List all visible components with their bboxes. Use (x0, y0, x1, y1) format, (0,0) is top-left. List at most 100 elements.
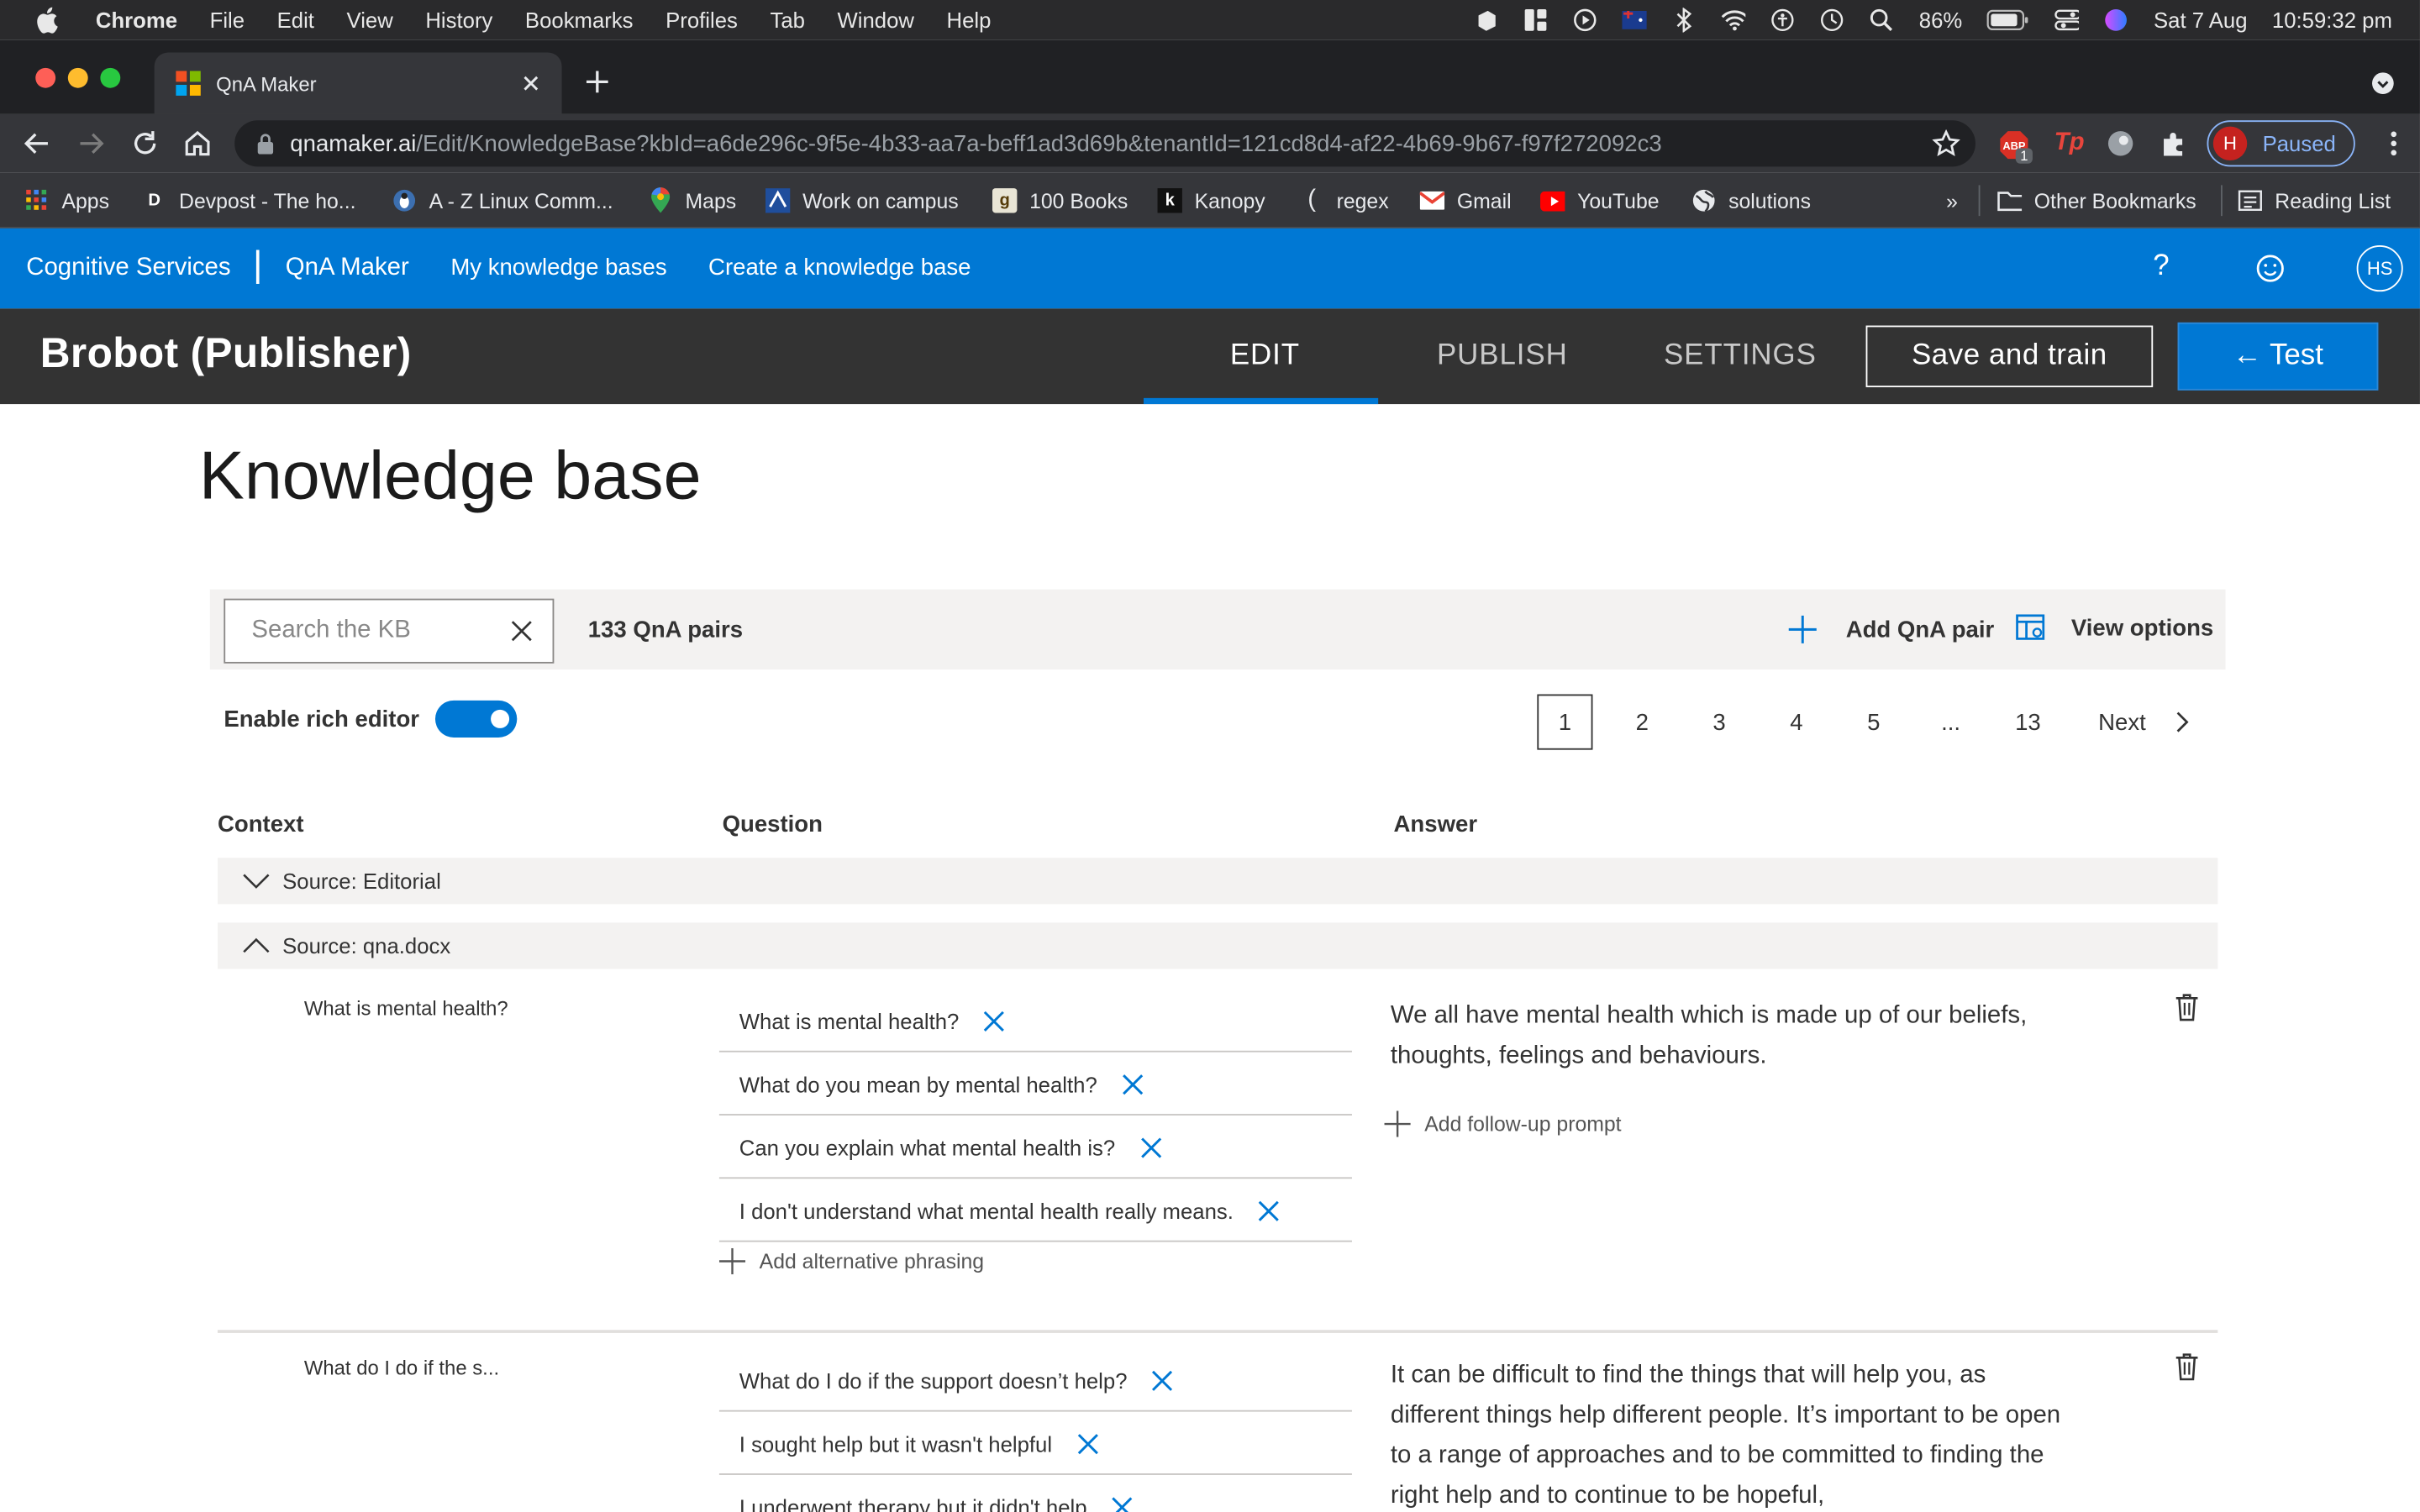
bookmark-maps[interactable]: Maps (648, 185, 736, 216)
tab-close-icon[interactable] (518, 71, 543, 95)
column-context[interactable]: Context (218, 811, 304, 837)
flag-icon[interactable] (1623, 8, 1648, 32)
remove-question-icon[interactable] (1122, 1073, 1144, 1095)
column-answer[interactable]: Answer (1394, 811, 1478, 837)
help-icon[interactable]: ? (2153, 250, 2169, 284)
question-item[interactable]: What do you mean by mental health? (718, 1053, 1352, 1116)
remove-question-icon[interactable] (1152, 1369, 1174, 1391)
bookmark-regex[interactable]: ( regex (1300, 185, 1388, 216)
zoom-window-button[interactable] (100, 67, 121, 88)
minimize-window-button[interactable] (67, 67, 88, 88)
profile-button[interactable]: H Paused (2207, 120, 2355, 167)
tab-publish[interactable]: PUBLISH (1437, 339, 1568, 373)
source-group-qna-docx[interactable]: Source: qna.docx (217, 922, 2218, 969)
remove-question-icon[interactable] (1112, 1496, 1134, 1512)
test-button[interactable]: ← Test (2177, 322, 2379, 391)
siri-icon[interactable] (2104, 8, 2128, 32)
remove-question-icon[interactable] (1258, 1200, 1280, 1221)
question-item[interactable]: Can you explain what mental health is? (718, 1117, 1352, 1179)
page-5-button[interactable]: 5 (1846, 695, 1902, 750)
menu-window[interactable]: Window (837, 8, 913, 32)
layout-icon[interactable] (1524, 8, 1549, 32)
question-item[interactable]: I don't understand what mental health re… (718, 1180, 1352, 1242)
gray-circle-extension-icon[interactable] (2107, 129, 2134, 157)
source-group-editorial[interactable]: Source: Editorial (217, 858, 2218, 905)
bookmark-100-books[interactable]: g 100 Books (992, 185, 1128, 216)
bookmark-kanopy[interactable]: k Kanopy (1157, 185, 1265, 216)
view-options-button[interactable]: View options (2016, 614, 2213, 642)
delete-trash-icon[interactable] (2175, 1353, 2199, 1381)
remove-question-icon[interactable] (1140, 1137, 1162, 1158)
page-1-button[interactable]: 1 (1537, 694, 1593, 750)
address-bar[interactable]: qnamaker.ai/Edit/KnowledgeBase?kbId=a6de… (234, 120, 1975, 167)
question-item[interactable]: I underwent therapy but it didn't help (719, 1477, 1352, 1512)
column-question[interactable]: Question (723, 811, 823, 837)
remove-question-icon[interactable] (984, 1010, 1006, 1032)
bookmarks-overflow[interactable]: » (1946, 185, 1958, 216)
tab-edit[interactable]: EDIT (1230, 339, 1300, 373)
feedback-smiley-icon[interactable] (2254, 253, 2286, 291)
menu-profiles[interactable]: Profiles (666, 8, 738, 32)
menu-tab[interactable]: Tab (770, 8, 804, 32)
menu-help[interactable]: Help (947, 8, 992, 32)
bookmark-work-on-campus[interactable]: Work on campus (765, 185, 959, 216)
question-item[interactable]: What is mental health? (718, 990, 1352, 1053)
menu-bookmarks[interactable]: Bookmarks (525, 8, 634, 32)
add-alternative-phrasing-button[interactable]: Add alternative phrasing (718, 1247, 984, 1275)
back-arrow-icon[interactable] (22, 128, 53, 159)
user-avatar[interactable]: HS (2356, 245, 2403, 292)
question-item[interactable]: What do I do if the support doesn’t help… (718, 1350, 1352, 1412)
page-4-button[interactable]: 4 (1769, 695, 1824, 750)
control-center-icon[interactable] (2054, 8, 2080, 32)
battery-icon[interactable] (1987, 8, 2030, 32)
extensions-puzzle-icon[interactable] (2160, 129, 2187, 157)
answer-text[interactable]: It can be difficult to find the things t… (1391, 1356, 2070, 1512)
menu-app-name[interactable]: Chrome (96, 8, 177, 32)
page-3-button[interactable]: 3 (1691, 695, 1747, 750)
forward-arrow-icon[interactable] (76, 128, 107, 159)
tab-qna-maker[interactable]: QnA Maker (154, 52, 562, 114)
add-follow-up-prompt-button[interactable]: Add follow-up prompt (1384, 1110, 1622, 1137)
page-2-button[interactable]: 2 (1614, 695, 1670, 750)
answer-text[interactable]: We all have mental health which is made … (1391, 997, 2070, 1078)
add-qna-pair-button[interactable]: Add QnA pair (1787, 614, 1994, 645)
question-item[interactable]: I sought help but it wasn't helpful (718, 1413, 1352, 1475)
bookmark-linux[interactable]: A - Z Linux Comm... (392, 185, 613, 216)
my-knowledge-bases-link[interactable]: My knowledge bases (450, 255, 666, 281)
qna-context[interactable]: What do I do if the s... (304, 1356, 499, 1379)
reading-list[interactable]: Reading List (2238, 185, 2391, 216)
create-knowledge-base-link[interactable]: Create a knowledge base (708, 255, 971, 281)
delete-trash-icon[interactable] (2175, 994, 2199, 1021)
apple-icon[interactable] (34, 6, 65, 34)
reload-icon[interactable] (129, 128, 160, 159)
menu-edit[interactable]: Edit (277, 8, 314, 32)
next-page-button[interactable]: Next (2086, 695, 2157, 750)
save-and-train-button[interactable]: Save and train (1865, 325, 2154, 388)
remove-question-icon[interactable] (1076, 1432, 1098, 1454)
tp-extension-icon[interactable]: Tp (2054, 129, 2085, 157)
menu-file[interactable]: File (210, 8, 245, 32)
wifi-icon[interactable] (1722, 8, 1747, 32)
app-tray-icon[interactable] (1475, 8, 1499, 32)
cognitive-services-link[interactable]: Cognitive Services (26, 255, 230, 282)
accessibility-icon[interactable] (1770, 8, 1795, 32)
menu-history[interactable]: History (425, 8, 492, 32)
qna-maker-link[interactable]: QnA Maker (286, 255, 409, 282)
kb-search-input[interactable] (225, 600, 503, 662)
bluetooth-icon[interactable] (1672, 8, 1697, 33)
tab-settings[interactable]: SETTINGS (1664, 339, 1817, 373)
play-icon[interactable] (1573, 8, 1597, 32)
menu-view[interactable]: View (347, 8, 393, 32)
next-chevron-icon[interactable] (2173, 710, 2191, 741)
spotlight-search-icon[interactable] (1870, 8, 1894, 32)
new-tab-plus-icon[interactable] (583, 68, 611, 96)
clear-search-icon[interactable] (509, 619, 534, 643)
bookmark-apps[interactable]: Apps (24, 185, 109, 216)
chrome-menu-kebab-icon[interactable] (2389, 128, 2398, 159)
bookmark-devpost[interactable]: D Devpost - The ho... (142, 185, 355, 216)
bookmark-other-folder[interactable]: Other Bookmarks (1997, 185, 2196, 216)
close-window-button[interactable] (35, 67, 56, 88)
bookmark-solutions[interactable]: solutions (1691, 185, 1811, 216)
home-icon[interactable] (182, 128, 213, 159)
qna-context[interactable]: What is mental health? (304, 997, 508, 1021)
